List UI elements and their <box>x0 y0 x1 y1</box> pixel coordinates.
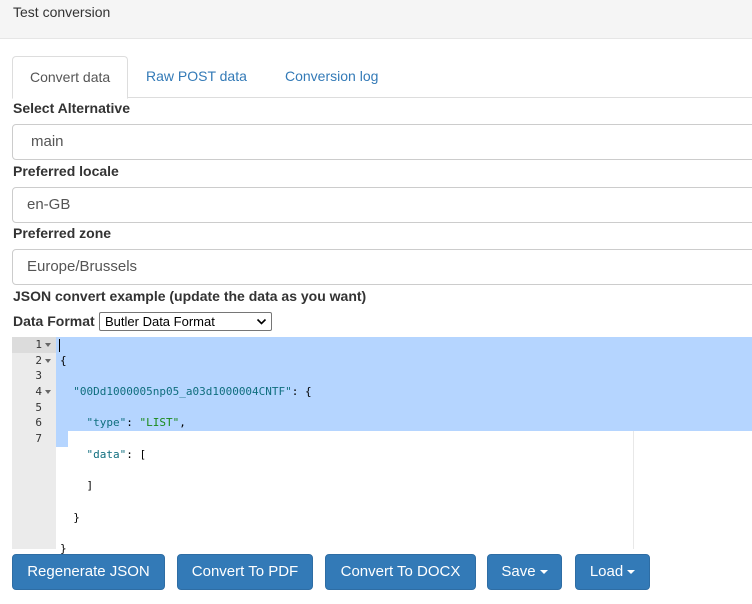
data-format-value: Butler Data Format <box>105 314 215 329</box>
code-token: ] <box>86 479 94 493</box>
code-line: } <box>60 510 312 526</box>
caret-down-icon <box>627 570 636 575</box>
line-number: 5 <box>35 401 42 414</box>
code-token: "type" <box>86 416 127 430</box>
code-token: : { <box>291 385 312 399</box>
json-heading: JSON convert example (update the data as… <box>13 288 367 304</box>
chevron-down-icon <box>256 318 267 325</box>
locale-input[interactable]: en-GB <box>12 187 752 223</box>
load-label: Load <box>589 563 624 580</box>
data-format-label: Data Format <box>13 313 95 329</box>
convert-to-docx-button[interactable]: Convert To DOCX <box>325 554 476 590</box>
code-token: : [ <box>126 447 147 461</box>
line-number: 3 <box>35 369 42 382</box>
editor-gutter: 1 2 3 4 5 6 7 <box>12 337 56 549</box>
code-token: { <box>60 353 67 367</box>
convert-to-pdf-button[interactable]: Convert To PDF <box>177 554 313 590</box>
code-token: : <box>126 416 140 430</box>
zone-label: Preferred zone <box>13 225 112 241</box>
tab-convert-data[interactable]: Convert data <box>12 56 129 99</box>
line-number: 4 <box>35 385 42 398</box>
code-line: "data": [ <box>60 447 312 463</box>
code-line: "type": "LIST", <box>60 415 312 431</box>
page-title: Test conversion <box>13 4 111 20</box>
load-dropdown-button[interactable]: Load <box>575 554 650 590</box>
code-token: } <box>73 510 80 524</box>
save-dropdown-button[interactable]: Save <box>487 554 562 590</box>
data-format-select[interactable]: Butler Data Format <box>99 312 272 331</box>
locale-label: Preferred locale <box>13 163 119 179</box>
fold-arrow-icon[interactable] <box>45 343 51 347</box>
tab-bar: Convert data Raw POST data Conversion lo… <box>12 56 752 99</box>
save-label: Save <box>501 563 536 580</box>
line-number: 2 <box>35 354 42 367</box>
fold-arrow-icon[interactable] <box>45 359 51 363</box>
code-token: "data" <box>86 447 127 461</box>
fold-arrow-icon[interactable] <box>45 390 51 394</box>
code-line: { <box>60 353 312 369</box>
alternative-select[interactable]: main <box>12 124 752 160</box>
code-token: , <box>179 416 186 430</box>
tab-conversion-log[interactable]: Conversion log <box>268 56 395 98</box>
code-token: "00Dd1000005np05_a03d1000004CNTF" <box>73 385 292 399</box>
regenerate-json-button[interactable]: Regenerate JSON <box>12 554 165 590</box>
page-header: Test conversion <box>0 0 752 39</box>
line-number: 6 <box>35 416 42 429</box>
code-content[interactable]: { "00Dd1000005np05_a03d1000004CNTF": { "… <box>60 337 312 572</box>
zone-input[interactable]: Europe/Brussels <box>12 249 752 285</box>
code-line: ] <box>60 478 312 494</box>
code-line: "00Dd1000005np05_a03d1000004CNTF": { <box>60 384 312 400</box>
code-token: "LIST" <box>139 416 180 430</box>
text-cursor <box>59 339 60 352</box>
alternative-label: Select Alternative <box>13 100 130 116</box>
caret-down-icon <box>539 570 548 575</box>
tab-raw-post-data[interactable]: Raw POST data <box>129 56 264 98</box>
line-number: 7 <box>35 432 42 445</box>
